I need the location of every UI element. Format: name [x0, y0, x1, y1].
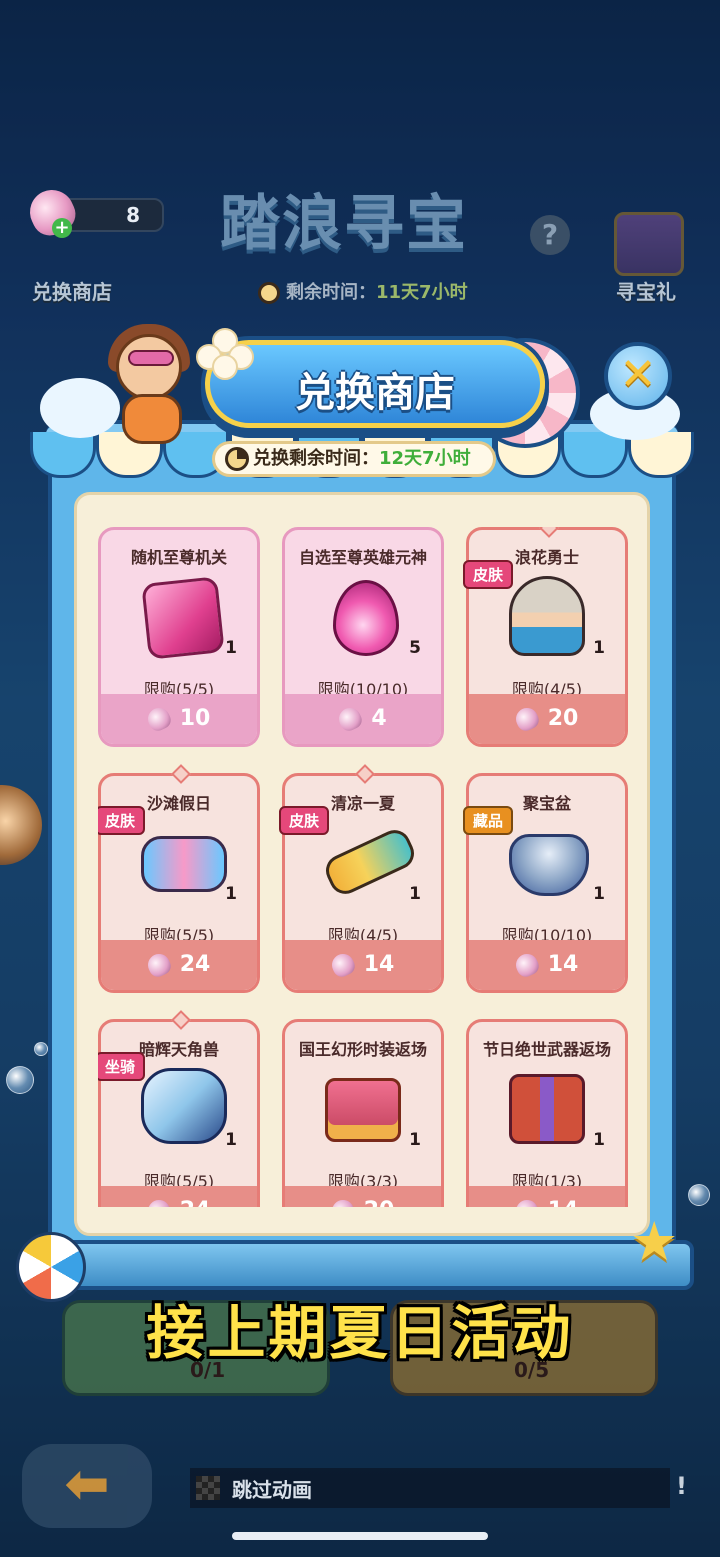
pink-cube-icon [141, 576, 225, 660]
shell-currency-icon [328, 950, 358, 980]
item-quantity: 1 [225, 1130, 237, 1150]
home-indicator[interactable] [232, 1532, 488, 1540]
event-title: 踏浪寻宝 [220, 189, 468, 259]
diamond-ornament-icon [171, 1010, 191, 1030]
back-button[interactable]: ⬅ [22, 1444, 152, 1528]
shop-item-card[interactable]: 暗辉天角兽 坐骑 1 限购(5/5) 24 [98, 1010, 260, 1207]
shop-item-card[interactable]: 清凉一夏 皮肤 1 限购(4/5) 14 [279, 764, 444, 993]
shop-panel-base [48, 1240, 694, 1290]
add-currency-icon[interactable]: + [52, 218, 72, 238]
skin-tag: 皮肤 [279, 806, 330, 835]
help-button[interactable]: ? [530, 215, 570, 255]
exchange-shop-button-label[interactable]: 兑换商店 [32, 276, 112, 305]
diamond-ornament-icon [171, 764, 191, 784]
buy-button[interactable]: 4 [285, 694, 441, 744]
gift-box-icon[interactable] [614, 212, 684, 276]
pink-spirit-flame-icon [325, 576, 407, 658]
item-quantity: 1 [409, 1130, 421, 1150]
shell-currency-icon [144, 704, 174, 734]
buy-button[interactable]: 10 [101, 694, 257, 744]
shell-currency-icon [512, 1196, 542, 1207]
video-caption: 接上期夏日活动 [146, 1299, 574, 1367]
mount-tag: 坐骑 [98, 1052, 146, 1081]
item-name: 国王幻形时装返场 [298, 1040, 427, 1059]
skip-animation-label: 跳过动画 [232, 1478, 312, 1502]
buy-button[interactable]: 14 [285, 940, 441, 990]
treasure-chest-icon [325, 1068, 407, 1150]
item-quantity: 1 [593, 638, 605, 658]
item-quantity: 5 [409, 638, 421, 658]
shell-currency-icon [335, 704, 365, 734]
gift-box-icon [509, 1068, 591, 1150]
item-quantity: 1 [225, 638, 237, 658]
bubble-decoration [34, 1042, 48, 1056]
starfish-icon: ★ [630, 1210, 679, 1273]
buy-button[interactable]: 24 [101, 1186, 257, 1207]
shop-item-card[interactable]: 随机至尊机关 1 限购(5/5) 10 [98, 527, 260, 747]
bubble-decoration [688, 1184, 710, 1206]
shop-item-card[interactable]: 自选至尊英雄元神 5 限购(10/10) 4 [282, 527, 444, 747]
shell-currency-icon [144, 1196, 174, 1207]
alert-icon: ! [676, 1472, 687, 1500]
item-name: 节日绝世武器返场 [482, 1040, 611, 1059]
shell-currency-icon [512, 704, 542, 734]
buy-button[interactable]: 14 [469, 940, 625, 990]
buy-button[interactable]: 14 [469, 1186, 625, 1207]
bubble-decoration [6, 1066, 34, 1094]
clock-icon [225, 447, 249, 471]
buy-button[interactable]: 20 [285, 1186, 441, 1207]
beach-glasses-icon [141, 822, 227, 904]
buy-button[interactable]: 20 [469, 694, 625, 744]
shell-currency-icon [144, 950, 174, 980]
item-quantity: 1 [225, 884, 237, 904]
item-name: 随机至尊机关 [130, 548, 227, 567]
shop-item-card[interactable]: 聚宝盆 藏品 1 限购(10/10) 14 [463, 773, 628, 993]
shop-item-card[interactable]: 浪花勇士 皮肤 1 限购(4/5) 20 [463, 527, 628, 747]
shell-currency-icon [328, 1196, 358, 1207]
event-remaining-time: 剩余时间：11天7小时 [258, 278, 468, 304]
item-quantity: 1 [409, 884, 421, 904]
mascot-girl-icon [108, 324, 194, 454]
item-name: 自选至尊英雄元神 [298, 548, 427, 567]
item-quantity: 1 [593, 1130, 605, 1150]
checkbox-icon[interactable] [196, 1476, 220, 1500]
shell-currency-icon [512, 950, 542, 980]
treasure-bowl-icon [509, 822, 591, 904]
skin-tag: 皮肤 [463, 560, 514, 589]
diamond-ornament-icon [355, 764, 375, 784]
shop-item-card[interactable]: 节日绝世武器返场 1 限购(1/3) 14 [466, 1019, 628, 1207]
hero-skin-icon [509, 576, 591, 658]
shop-item-card[interactable]: 国王幻形时装返场 1 限购(3/3) 20 [282, 1019, 444, 1207]
shop-timer: 兑换剩余时间：12天7小时 [212, 441, 496, 477]
close-button[interactable]: ✕ [604, 342, 672, 410]
treasure-gift-button-label[interactable]: 寻宝礼 [616, 276, 676, 305]
shop-title: 兑换商店 [295, 370, 455, 416]
skin-tag: 皮肤 [98, 806, 146, 835]
diamond-ornament-icon [539, 527, 559, 538]
item-quantity: 1 [593, 884, 605, 904]
unicorn-mount-icon [141, 1068, 227, 1150]
flower-icon [196, 328, 254, 380]
buy-button[interactable]: 24 [101, 940, 257, 990]
shop-item-grid[interactable]: 随机至尊机关 1 限购(5/5) 10 自选至尊英雄元神 5 限购(10/10)… [98, 527, 628, 1207]
water-gun-icon [320, 822, 420, 904]
collectible-tag: 藏品 [463, 806, 514, 835]
clock-icon [258, 282, 280, 304]
shop-item-card[interactable]: 沙滩假日 皮肤 1 限购(5/5) 24 [98, 764, 260, 993]
